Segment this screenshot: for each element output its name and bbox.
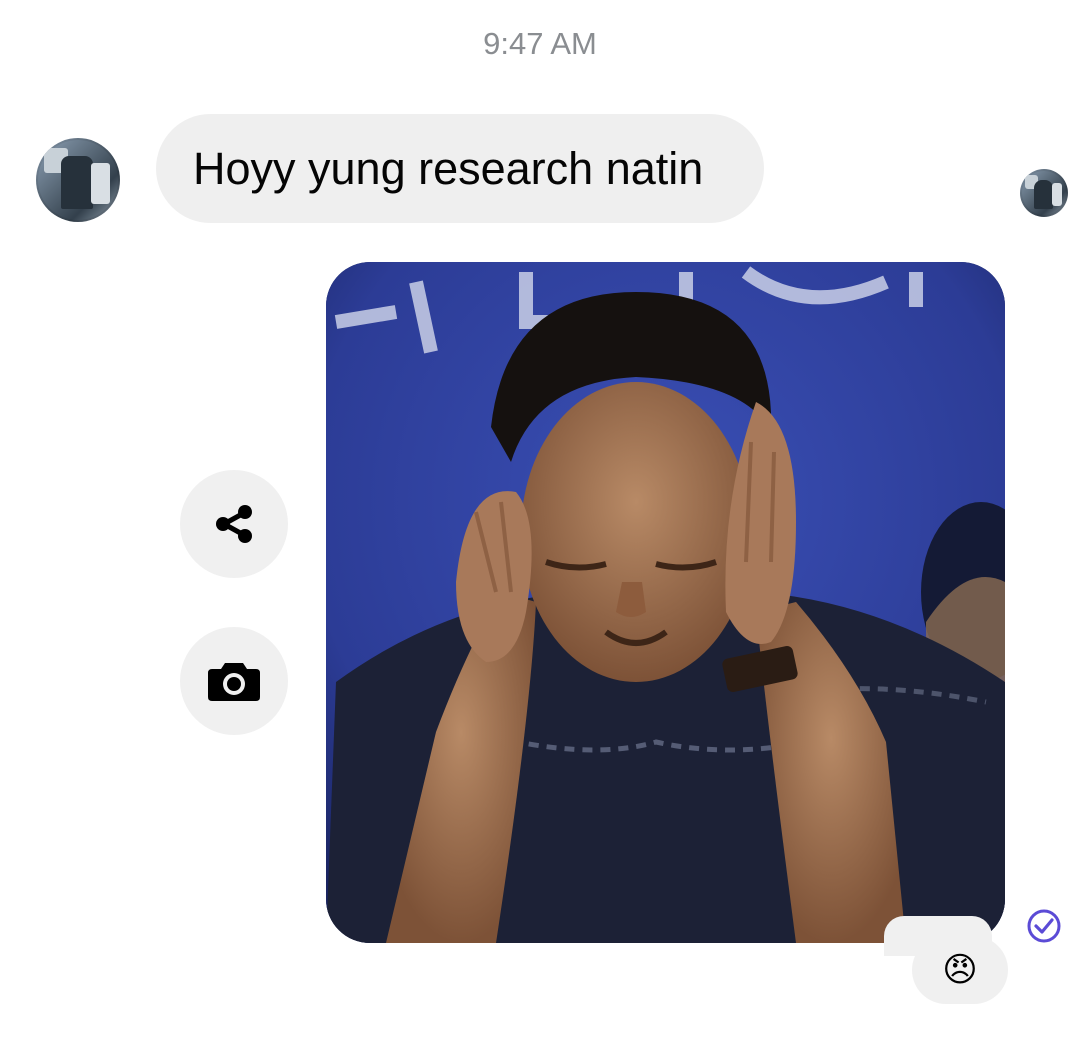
sender-avatar[interactable] [36,138,120,222]
sent-check-icon [1027,909,1061,943]
share-icon [216,505,252,543]
message-reaction[interactable]: 😠 [912,936,1008,1004]
chat-screen: 9:47 AM Hoyy yung research natin 😠 [0,0,1080,1055]
camera-icon [208,663,260,701]
sent-photo[interactable] [326,262,1005,943]
camera-button[interactable] [180,627,288,735]
share-button[interactable] [180,470,288,578]
message-text: Hoyy yung research natin [193,142,704,194]
photo-image [326,262,1005,943]
seen-by-avatar [1020,169,1068,217]
angry-face-emoji: 😠 [942,951,978,989]
message-timestamp: 9:47 AM [483,26,597,61]
incoming-message-bubble[interactable]: Hoyy yung research natin [156,114,764,223]
